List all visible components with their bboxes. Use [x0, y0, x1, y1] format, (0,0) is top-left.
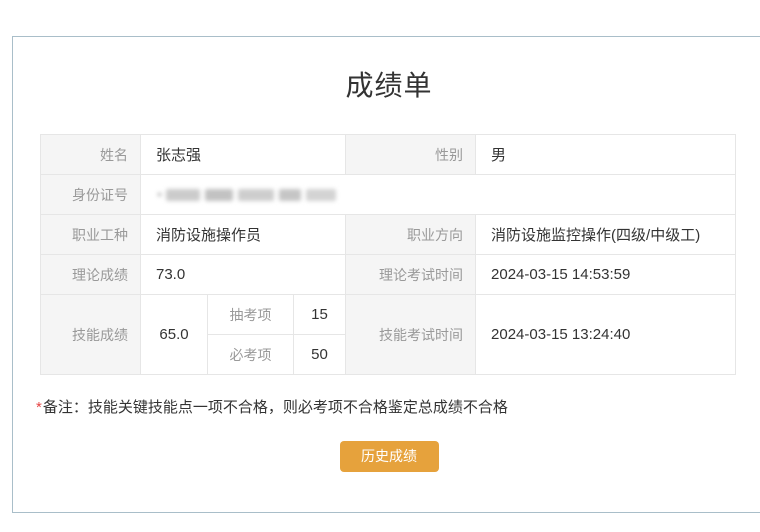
occupation-value: 消防设施操作员	[139, 214, 347, 255]
required-items-label: 必考项	[207, 334, 294, 375]
sampled-items-value: 15	[292, 294, 347, 335]
theory-score-value: 73.0	[139, 254, 347, 295]
theory-score-label: 理论成绩	[40, 254, 141, 295]
page-title: 成绩单	[345, 70, 433, 101]
theory-time-value: 2024-03-15 14:53:59	[475, 254, 737, 295]
score-report-panel: 成绩单 姓名 张志强 性别 男 身份证号 职业工种 消防设施操作员 职业方向 消…	[12, 36, 760, 513]
score-table: 姓名 张志强 性别 男 身份证号 职业工种 消防设施操作员 职业方向 消防设施监…	[40, 134, 737, 375]
skill-score-label: 技能成绩	[40, 294, 141, 375]
table-row-theory: 理论成绩 73.0 理论考试时间 2024-03-15 14:53:59	[40, 254, 737, 295]
skill-time-value: 2024-03-15 13:24:40	[475, 294, 737, 375]
name-value: 张志强	[139, 134, 347, 175]
button-row: 历史成绩	[13, 441, 760, 472]
history-scores-button[interactable]: 历史成绩	[339, 441, 439, 472]
remark-note: *备注：技能关键技能点一项不合格，则必考项不合格鉴定总成绩不合格	[36, 396, 760, 417]
skill-score-value[interactable]: 65.0	[140, 294, 208, 375]
skill-time-label: 技能考试时间	[345, 294, 477, 375]
table-row-occupation: 职业工种 消防设施操作员 职业方向 消防设施监控操作(四级/中级工)	[40, 214, 737, 255]
sampled-items-label: 抽考项	[207, 294, 294, 335]
table-row-id-number: 身份证号	[40, 174, 737, 215]
remark-text: 备注：技能关键技能点一项不合格，则必考项不合格鉴定总成绩不合格	[42, 399, 508, 416]
table-row-name-gender: 姓名 张志强 性别 男	[40, 134, 737, 175]
direction-value: 消防设施监控操作(四级/中级工)	[475, 214, 737, 255]
id-number-label: 身份证号	[40, 174, 141, 215]
gender-value: 男	[475, 134, 737, 175]
name-label: 姓名	[40, 134, 141, 175]
occupation-label: 职业工种	[40, 214, 141, 255]
required-items-value: 50	[292, 334, 347, 375]
direction-label: 职业方向	[345, 214, 477, 255]
theory-time-label: 理论考试时间	[345, 254, 477, 295]
gender-label: 性别	[345, 134, 477, 175]
id-number-cell	[139, 174, 737, 215]
table-row-skill-sampled: 技能成绩 65.0 抽考项 15 技能考试时间 2024-03-15 13:24…	[40, 294, 737, 375]
required-asterisk: *	[36, 399, 42, 416]
id-number-redacted	[158, 188, 735, 202]
